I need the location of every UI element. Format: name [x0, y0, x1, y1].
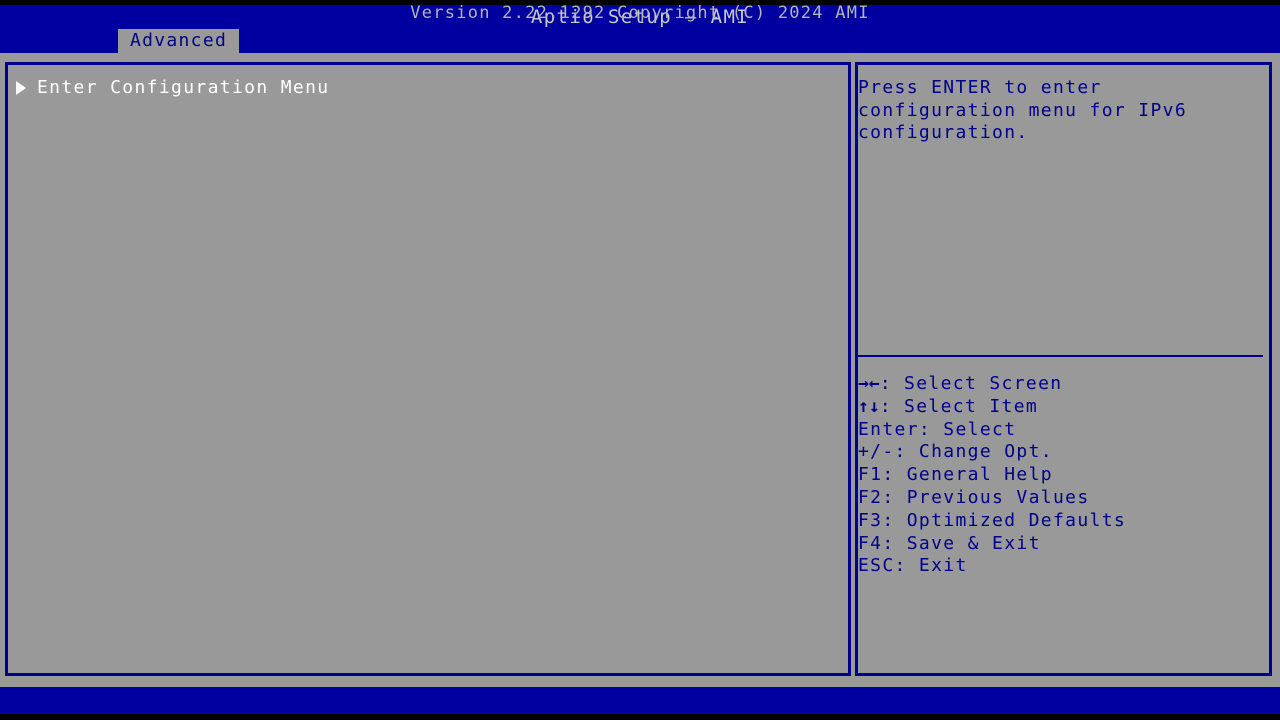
menu-item-enter-configuration-menu[interactable]: Enter Configuration Menu — [16, 77, 330, 99]
help-panel: Press ENTER to enter configuration menu … — [855, 62, 1272, 676]
arrow-leftright-icon: →← — [858, 373, 880, 394]
triangle-right-icon — [16, 81, 26, 95]
key-legend-row: F3: Optimized Defaults — [858, 509, 1127, 531]
help-divider — [858, 355, 1263, 357]
key-legend-row: →←: Select Screen — [858, 373, 1263, 396]
key-legend-row: ESC: Exit — [858, 555, 968, 577]
tab-strip: Advanced — [118, 29, 240, 53]
key-legend-row: +/-: Change Opt. — [858, 441, 1053, 463]
key-legend-row: F2: Previous Values — [858, 486, 1090, 508]
key-legend: →←: Select Screen ↑↓: Select Item Enter:… — [858, 373, 1263, 578]
key-legend-row: ↑↓: Select Item — [858, 396, 1263, 419]
key-legend-row: F1: General Help — [858, 464, 1053, 486]
arrow-updown-icon: ↑↓ — [858, 395, 880, 417]
key-legend-row: Enter: Select — [858, 418, 1017, 440]
help-text: Press ENTER to enter configuration menu … — [858, 77, 1200, 143]
key-legend-label: : Select Screen — [879, 373, 1063, 394]
version-text: Version 2.22.1292 Copyright (C) 2024 AMI — [410, 3, 870, 23]
tab-advanced[interactable]: Advanced — [118, 29, 240, 53]
key-legend-label: : Select Item — [879, 395, 1039, 417]
bios-setup-screen: Aptio Setup – AMI Advanced Enter Configu… — [0, 0, 1280, 720]
menu-item-label: Enter Configuration Menu — [37, 77, 330, 98]
menu-panel: Enter Configuration Menu — [5, 62, 851, 676]
key-legend-row: F4: Save & Exit — [858, 532, 1041, 554]
footer-bar — [0, 687, 1280, 714]
